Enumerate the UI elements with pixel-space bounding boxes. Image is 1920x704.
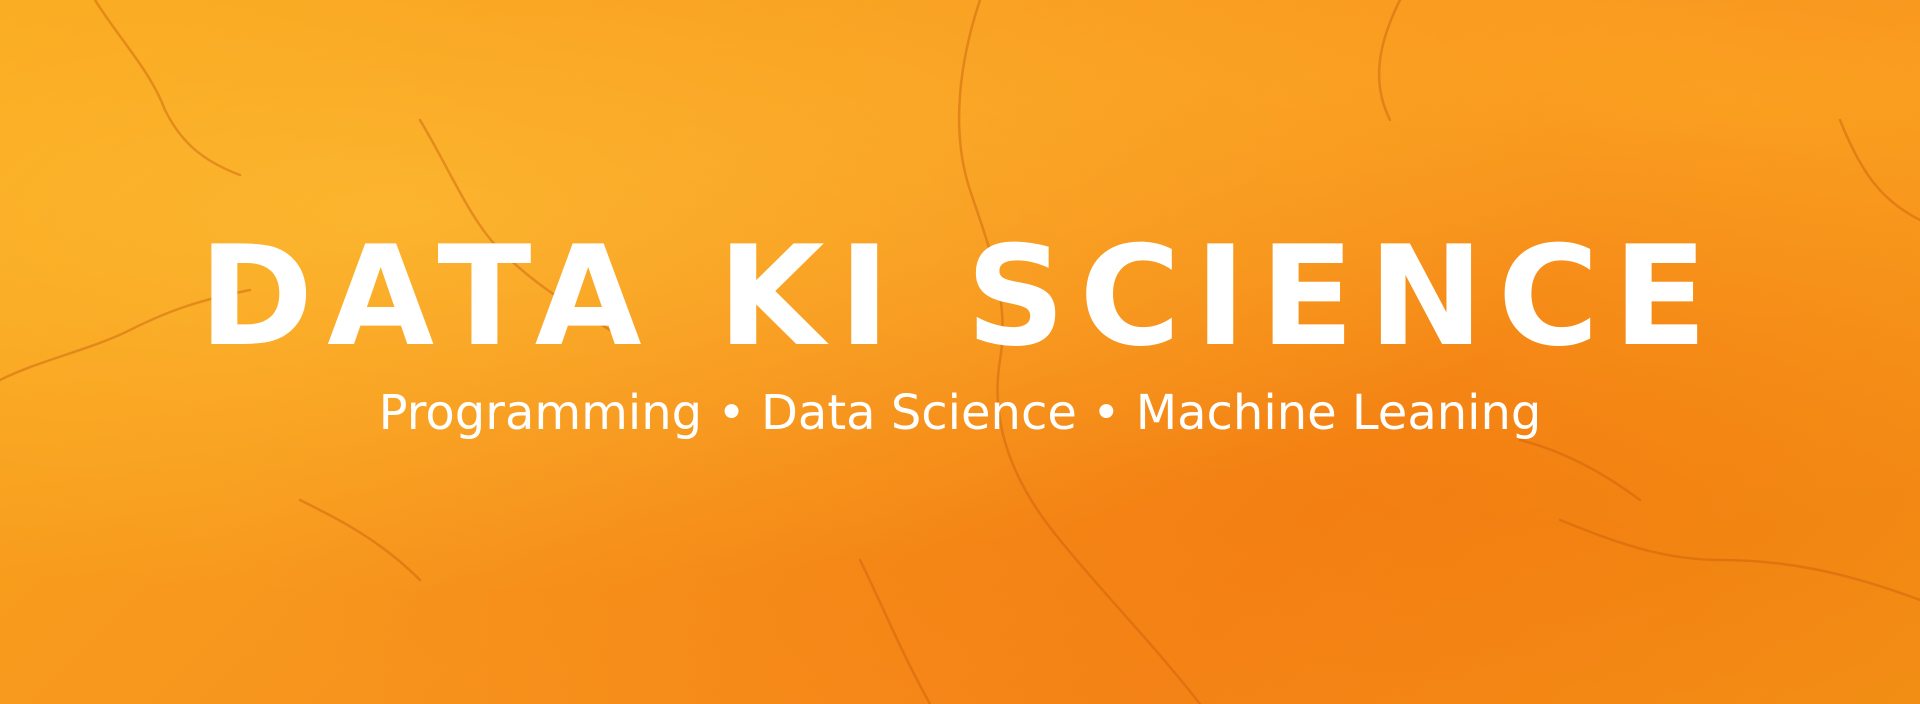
brand-title: DATA KI SCIENCE [198, 216, 1722, 377]
banner: DATA KI SCIENCE Programming • Data Scien… [0, 0, 1920, 704]
tagline: Programming • Data Science • Machine Lea… [378, 385, 1542, 441]
